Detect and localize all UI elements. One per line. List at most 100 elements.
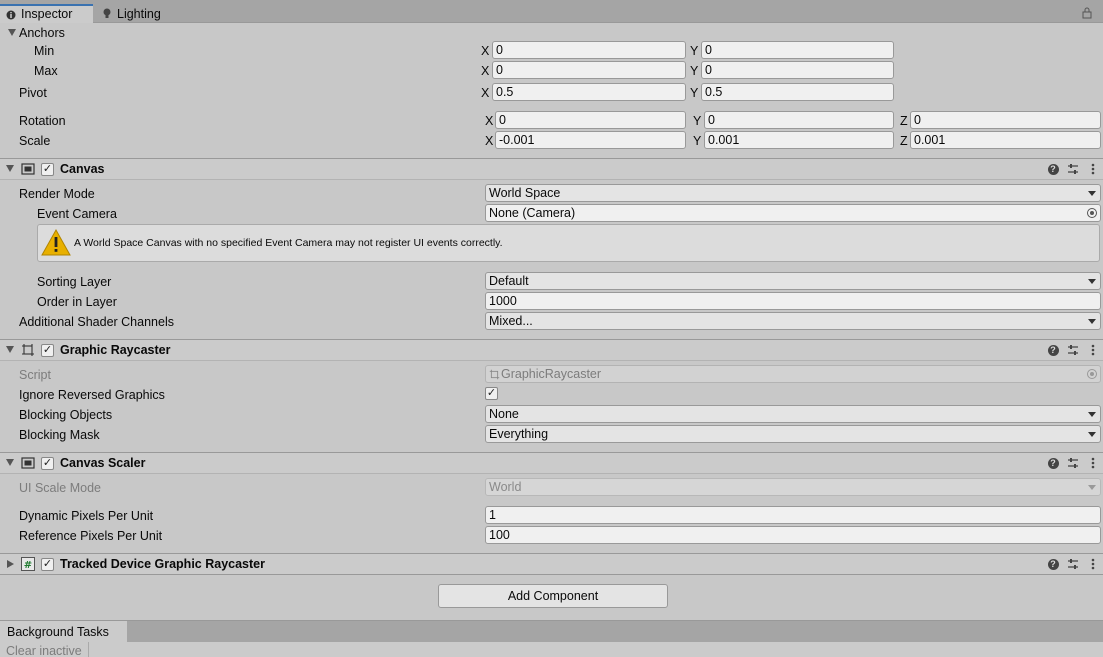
rotation-label: Rotation: [19, 114, 66, 128]
graphic-raycaster-header[interactable]: ✓ Graphic Raycaster ?: [0, 340, 1103, 360]
max-label: Max: [34, 64, 58, 78]
ui-scale-mode-dropdown: World: [485, 478, 1101, 496]
pivot-x-field[interactable]: 0.5: [492, 83, 686, 101]
scaler-title: Canvas Scaler: [60, 456, 146, 470]
kebab-menu-icon[interactable]: [1087, 344, 1099, 356]
tab-bar: Inspector Lighting: [0, 4, 1103, 23]
event-camera-value: None (Camera): [489, 206, 576, 220]
ui-scale-mode-label: UI Scale Mode: [19, 481, 101, 495]
order-in-layer-field[interactable]: 1000: [485, 292, 1101, 310]
help-icon[interactable]: ?: [1047, 344, 1059, 356]
tracked-title: Tracked Device Graphic Raycaster: [60, 557, 265, 571]
tracked-raycaster-header[interactable]: # ✓ Tracked Device Graphic Raycaster ?: [0, 554, 1103, 574]
ui-scale-mode-value: World: [489, 480, 522, 494]
chevron-down-icon: [1088, 412, 1096, 417]
lightbulb-icon: [102, 8, 112, 19]
presets-icon[interactable]: [1067, 163, 1079, 175]
sorting-layer-label: Sorting Layer: [37, 275, 112, 289]
scaler-enabled-checkbox[interactable]: ✓: [41, 457, 54, 470]
raycaster-enabled-checkbox[interactable]: ✓: [41, 344, 54, 357]
shader-channels-label: Additional Shader Channels: [19, 315, 174, 329]
blocking-mask-label: Blocking Mask: [19, 428, 100, 442]
pivot-y-field[interactable]: 0.5: [701, 83, 894, 101]
object-picker-icon[interactable]: [1087, 208, 1097, 218]
chevron-down-icon: [1088, 191, 1096, 196]
max-x-axis: X: [481, 64, 490, 78]
dynamic-ppu-field[interactable]: 1: [485, 506, 1101, 524]
canvas-scaler-header[interactable]: ✓ Canvas Scaler ?: [0, 453, 1103, 473]
separator: [0, 360, 1103, 361]
rotation-z-axis: Z: [900, 114, 908, 128]
event-camera-field[interactable]: None (Camera): [485, 204, 1101, 222]
max-x-field[interactable]: 0: [492, 61, 686, 79]
add-component-button[interactable]: Add Component: [438, 584, 668, 608]
script-label: Script: [19, 368, 51, 382]
csharp-script-icon: #: [21, 557, 35, 571]
presets-icon[interactable]: [1067, 558, 1079, 570]
shader-channels-dropdown[interactable]: Mixed...: [485, 312, 1101, 330]
render-mode-label: Render Mode: [19, 187, 95, 201]
dynamic-ppu-label: Dynamic Pixels Per Unit: [19, 509, 154, 523]
clear-inactive-button[interactable]: Clear inactive: [0, 642, 89, 657]
chevron-down-icon: [1088, 485, 1096, 490]
scaler-foldout-icon[interactable]: [6, 459, 14, 466]
presets-icon[interactable]: [1067, 457, 1079, 469]
anchors-label: Anchors: [19, 26, 65, 40]
rotation-y-axis: Y: [693, 114, 702, 128]
scale-label: Scale: [19, 134, 51, 148]
rotation-z-field[interactable]: 0: [910, 111, 1101, 129]
render-mode-dropdown[interactable]: World Space: [485, 184, 1101, 202]
scale-y-field[interactable]: 0.001: [704, 131, 894, 149]
tab-inspector[interactable]: Inspector: [0, 4, 93, 23]
sorting-layer-dropdown[interactable]: Default: [485, 272, 1101, 290]
order-in-layer-label: Order in Layer: [37, 295, 117, 309]
canvas-foldout-icon[interactable]: [6, 165, 14, 172]
ignore-reversed-checkbox[interactable]: ✓: [485, 387, 498, 400]
min-x-axis: X: [481, 44, 490, 58]
tab-inspector-label: Inspector: [21, 7, 73, 21]
kebab-menu-icon[interactable]: [1087, 163, 1099, 175]
raycaster-title: Graphic Raycaster: [60, 343, 171, 357]
presets-icon[interactable]: [1067, 344, 1079, 356]
kebab-menu-icon[interactable]: [1087, 457, 1099, 469]
min-y-field[interactable]: 0: [701, 41, 894, 59]
reference-ppu-field[interactable]: 100: [485, 526, 1101, 544]
scale-x-field[interactable]: -0.001: [495, 131, 686, 149]
min-x-field[interactable]: 0: [492, 41, 686, 59]
background-tasks-toolbar: [0, 642, 1103, 657]
canvas-title: Canvas: [60, 162, 105, 176]
tab-background-tasks[interactable]: Background Tasks: [0, 621, 127, 642]
tracked-foldout-icon[interactable]: [7, 560, 14, 568]
help-icon[interactable]: ?: [1047, 457, 1059, 469]
scale-z-field[interactable]: 0.001: [910, 131, 1101, 149]
separator: [0, 574, 1103, 575]
raycaster-component-icon: [21, 343, 35, 357]
canvas-scaler-icon: [21, 456, 35, 470]
blocking-mask-dropdown[interactable]: Everything: [485, 425, 1101, 443]
svg-text:#: #: [24, 560, 32, 571]
warning-icon: [41, 228, 71, 258]
tab-lighting[interactable]: Lighting: [96, 4, 176, 23]
warning-helpbox: A World Space Canvas with no specified E…: [37, 224, 1100, 262]
script-field: GraphicRaycaster: [485, 365, 1101, 383]
canvas-enabled-checkbox[interactable]: ✓: [41, 163, 54, 176]
sorting-layer-value: Default: [489, 274, 529, 288]
rotation-x-field[interactable]: 0: [495, 111, 686, 129]
help-icon[interactable]: ?: [1047, 558, 1059, 570]
anchors-foldout-icon[interactable]: [8, 29, 16, 36]
tracked-enabled-checkbox[interactable]: ✓: [41, 558, 54, 571]
raycaster-foldout-icon[interactable]: [6, 346, 14, 353]
scale-y-axis: Y: [693, 134, 702, 148]
canvas-component-header[interactable]: ✓ Canvas ?: [0, 159, 1103, 179]
lock-icon[interactable]: [1081, 7, 1093, 19]
kebab-menu-icon[interactable]: [1087, 558, 1099, 570]
blocking-objects-dropdown[interactable]: None: [485, 405, 1101, 423]
help-icon[interactable]: ?: [1047, 163, 1059, 175]
pivot-y-axis: Y: [690, 86, 699, 100]
min-label: Min: [34, 44, 55, 58]
rotation-y-field[interactable]: 0: [704, 111, 894, 129]
chevron-down-icon: [1088, 432, 1096, 437]
script-icon: [489, 368, 500, 382]
max-y-field[interactable]: 0: [701, 61, 894, 79]
blocking-mask-value: Everything: [489, 427, 549, 441]
